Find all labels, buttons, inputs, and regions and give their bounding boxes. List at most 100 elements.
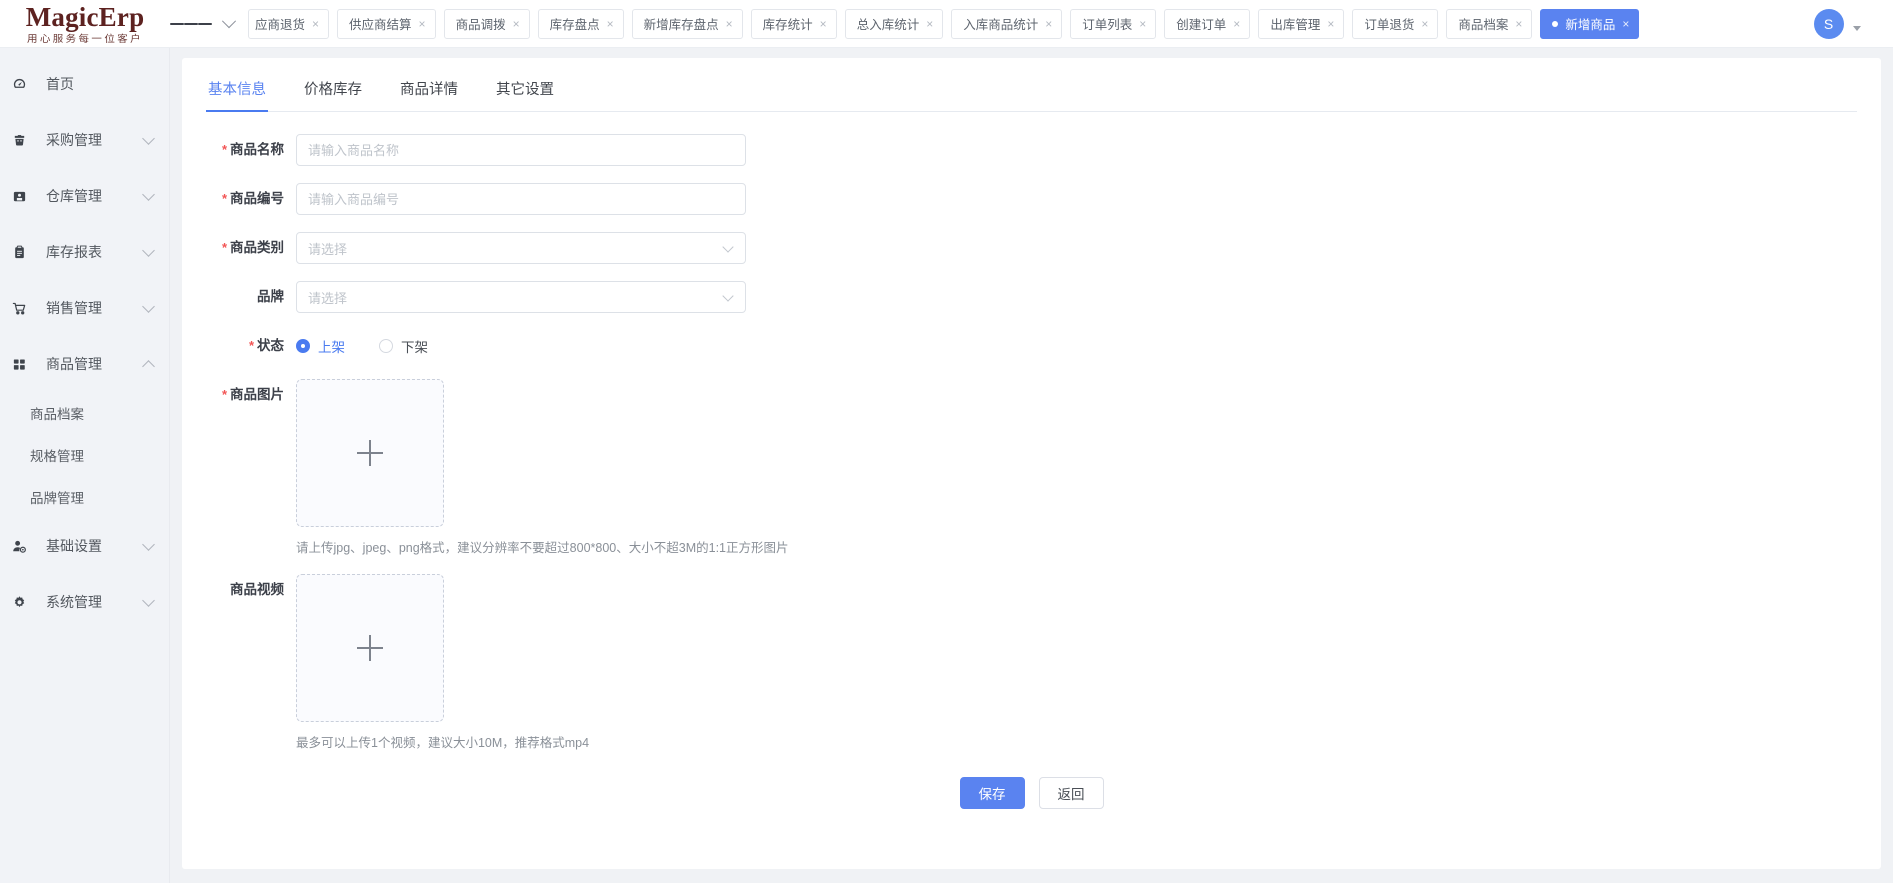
sidebar-item-label: 采购管理 bbox=[46, 132, 102, 148]
product-code-input[interactable] bbox=[296, 183, 746, 215]
brand-select[interactable]: 请选择 bbox=[296, 281, 746, 313]
product-name-input[interactable] bbox=[296, 134, 746, 166]
sidebar-subitem-2[interactable]: 品牌管理 bbox=[0, 476, 169, 518]
field-product-video: 商品视频 最多可以上传1个视频，建议大小10M，推荐格式mp4 bbox=[206, 574, 1857, 751]
top-tab[interactable]: 创建订单 × bbox=[1164, 8, 1251, 39]
close-icon[interactable]: × bbox=[607, 18, 614, 30]
top-tab[interactable]: 订单退货 × bbox=[1352, 8, 1439, 39]
chevron-down-icon[interactable] bbox=[212, 0, 246, 48]
sidebar-subitem-0[interactable]: 商品档案 bbox=[0, 392, 169, 434]
clipboard-icon bbox=[12, 245, 34, 260]
sidebar-item-label: 仓库管理 bbox=[46, 188, 102, 204]
close-icon[interactable]: × bbox=[513, 18, 520, 30]
body: 首页采购管理仓库管理库存报表销售管理商品管理商品档案 规格管理 品牌管理基础设置系统… bbox=[0, 48, 1893, 883]
top-tab[interactable]: 应商退货 × bbox=[248, 8, 330, 39]
sidebar-item-2[interactable]: 仓库管理 bbox=[0, 168, 169, 224]
top-tab-label: 应商退货 bbox=[255, 18, 306, 32]
status-radio-on-shelf[interactable]: 上架 bbox=[296, 336, 345, 356]
sidebar-item-label: 商品管理 bbox=[46, 356, 102, 372]
form-tab-0[interactable]: 基本信息 bbox=[206, 78, 268, 112]
top-tab-label: 商品档案 bbox=[1458, 18, 1509, 32]
form-tab-2[interactable]: 商品详情 bbox=[400, 78, 458, 111]
avatar-chevron-down-icon[interactable] bbox=[1852, 26, 1861, 31]
sidebar-item-5[interactable]: 商品管理 bbox=[0, 336, 169, 392]
close-icon[interactable]: × bbox=[1139, 18, 1146, 30]
shopping-cart-icon bbox=[12, 301, 34, 316]
field-category: * 商品类别 请选择 bbox=[206, 232, 1857, 264]
required-asterisk: * bbox=[221, 387, 227, 402]
status-radio-off-shelf[interactable]: 下架 bbox=[379, 336, 428, 356]
top-tab[interactable]: 新增库存盘点 × bbox=[631, 8, 743, 39]
top-tab[interactable]: 商品调拨 × bbox=[443, 8, 530, 39]
product-image-upload-button[interactable] bbox=[296, 379, 444, 527]
form-tab-bar[interactable]: 基本信息 价格库存 商品详情 其它设置 bbox=[206, 58, 1857, 112]
close-icon[interactable]: × bbox=[1515, 18, 1522, 30]
field-label-status: * 状态 bbox=[248, 338, 284, 353]
top-tab[interactable]: 总入库统计 × bbox=[844, 8, 944, 39]
status-radio-group[interactable]: 上架 下架 bbox=[296, 330, 1857, 362]
gear-icon bbox=[12, 595, 34, 610]
field-label-brand: 品牌 bbox=[257, 289, 284, 304]
close-icon[interactable]: × bbox=[419, 18, 426, 30]
status-radio-label: 上架 bbox=[318, 340, 345, 355]
tab-strip[interactable]: 应商退货 × 供应商结算 × 商品调拨 × 库存盘点 × 新增库存盘点 × 库存统计 × 总入库统计 × 入… bbox=[246, 0, 1781, 48]
product-image-hint: 请上传jpg、jpeg、png格式，建议分辨率不要超过800*800、大小不超3… bbox=[296, 541, 789, 555]
sidebar-item-label: 基础设置 bbox=[46, 538, 102, 554]
sidebar-item-0[interactable]: 首页 bbox=[0, 56, 169, 112]
radio-icon bbox=[296, 339, 310, 353]
chevron-up-icon bbox=[142, 359, 155, 373]
app-root: MagicErp 用心服务每一位客户 应商退货 × 供应商结算 × 商品调拨 × 库存盘点 ×… bbox=[0, 0, 1893, 883]
close-icon[interactable]: × bbox=[312, 18, 319, 30]
sidebar-item-7[interactable]: 系统管理 bbox=[0, 574, 169, 630]
close-icon[interactable]: × bbox=[1045, 18, 1052, 30]
close-icon[interactable]: × bbox=[726, 18, 733, 30]
top-tab[interactable]: 库存统计 × bbox=[750, 8, 837, 39]
close-icon[interactable]: × bbox=[926, 18, 933, 30]
top-tab-active[interactable]: 新增商品 × bbox=[1540, 8, 1640, 39]
top-tab[interactable]: 商品档案 × bbox=[1446, 8, 1533, 39]
required-asterisk: * bbox=[221, 142, 227, 157]
chevron-down-icon bbox=[722, 289, 734, 302]
status-radio-label: 下架 bbox=[401, 340, 428, 355]
sidebar-item-label: 销售管理 bbox=[46, 300, 102, 316]
close-icon[interactable]: × bbox=[1233, 18, 1240, 30]
field-brand: 品牌 请选择 bbox=[206, 281, 1857, 313]
chevron-down-icon bbox=[142, 187, 155, 201]
field-label-product-code: * 商品编号 bbox=[221, 191, 284, 206]
field-product-name: * 商品名称 bbox=[206, 134, 1857, 166]
sidebar-item-1[interactable]: 采购管理 bbox=[0, 112, 169, 168]
sidebar-subitem-1[interactable]: 规格管理 bbox=[0, 434, 169, 476]
field-label-product-image: * 商品图片 bbox=[221, 387, 284, 402]
field-label-product-video: 商品视频 bbox=[230, 582, 284, 597]
top-tab[interactable]: 出库管理 × bbox=[1258, 8, 1345, 39]
app-logo[interactable]: MagicErp 用心服务每一位客户 bbox=[0, 0, 170, 48]
close-icon[interactable]: × bbox=[1327, 18, 1334, 30]
chevron-down-icon bbox=[142, 593, 155, 607]
top-tab-label: 创建订单 bbox=[1176, 18, 1227, 32]
chevron-down-icon bbox=[142, 243, 155, 257]
category-select[interactable]: 请选择 bbox=[296, 232, 746, 264]
top-tab-label: 库存盘点 bbox=[549, 18, 600, 32]
save-button[interactable]: 保存 bbox=[959, 777, 1025, 809]
form-tab-1[interactable]: 价格库存 bbox=[304, 78, 362, 111]
top-tab-label: 出库管理 bbox=[1270, 18, 1321, 32]
top-tab[interactable]: 订单列表 × bbox=[1070, 8, 1157, 39]
close-icon[interactable]: × bbox=[1622, 18, 1629, 30]
sidebar-item-3[interactable]: 库存报表 bbox=[0, 224, 169, 280]
top-tab[interactable]: 入库商品统计 × bbox=[951, 8, 1063, 39]
hamburger-icon[interactable] bbox=[170, 0, 212, 48]
avatar[interactable]: S bbox=[1813, 8, 1844, 39]
product-video-upload-button[interactable] bbox=[296, 574, 444, 722]
field-label-category: * 商品类别 bbox=[221, 240, 284, 255]
top-tab[interactable]: 库存盘点 × bbox=[537, 8, 624, 39]
form-tab-3[interactable]: 其它设置 bbox=[496, 78, 554, 111]
field-status: * 状态 上架 下架 bbox=[206, 330, 1857, 362]
sidebar-item-6[interactable]: 基础设置 bbox=[0, 518, 169, 574]
sidebar-item-4[interactable]: 销售管理 bbox=[0, 280, 169, 336]
form-actions: 保存 返回 bbox=[206, 777, 1857, 809]
product-basic-form: *商品名称 *商品编号 bbox=[206, 112, 1857, 809]
close-icon[interactable]: × bbox=[820, 18, 827, 30]
top-tab[interactable]: 供应商结算 × bbox=[337, 8, 436, 39]
back-button[interactable]: 返回 bbox=[1038, 777, 1104, 809]
close-icon[interactable]: × bbox=[1421, 18, 1428, 30]
